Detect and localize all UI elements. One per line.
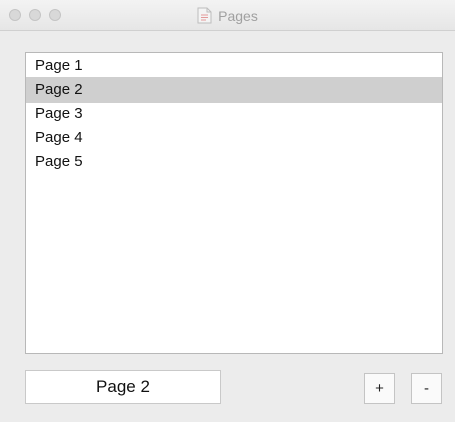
window-title: Pages [218, 7, 258, 24]
list-item[interactable]: Page 3 [26, 101, 442, 127]
list-item[interactable]: Page 2 [26, 77, 442, 103]
list-item[interactable]: Page 1 [26, 53, 442, 79]
list-item[interactable]: Page 4 [26, 125, 442, 151]
window-title-group: Pages [0, 0, 455, 31]
title-bar[interactable]: Pages [0, 0, 455, 31]
document-icon [197, 7, 212, 24]
remove-page-button[interactable]: - [411, 373, 442, 404]
list-item[interactable]: Page 5 [26, 149, 442, 175]
pages-list[interactable]: Page 1 Page 2 Page 3 Page 4 Page 5 [25, 52, 443, 354]
pages-window: Pages Page 1Page 2Page 3Page 4Page 5 + - [0, 0, 455, 422]
page-name-field[interactable] [25, 370, 221, 404]
add-page-button[interactable]: + [364, 373, 395, 404]
